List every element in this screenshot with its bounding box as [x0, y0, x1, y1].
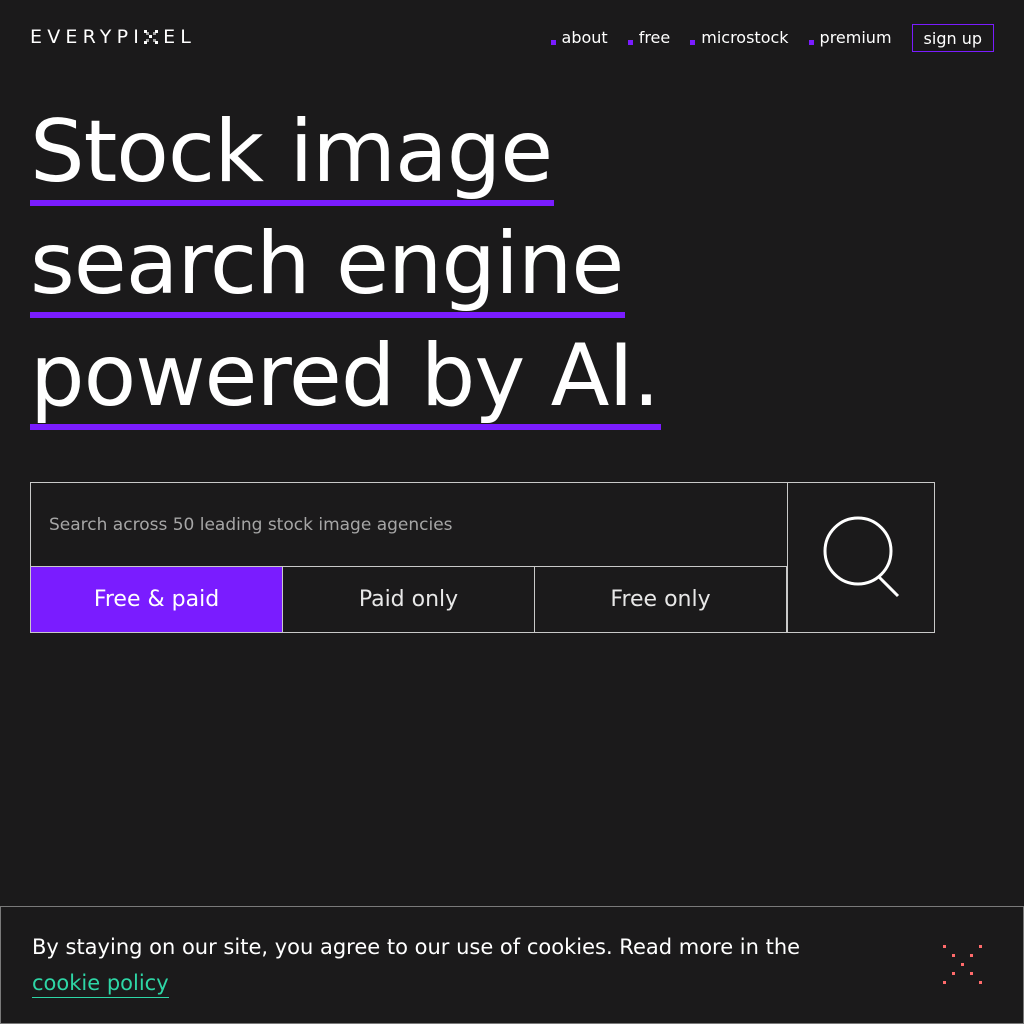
- close-icon: [943, 945, 982, 984]
- search-input[interactable]: [31, 483, 787, 567]
- nav-dot-icon: [550, 40, 556, 45]
- cookie-text: By staying on our site, you agree to our…: [32, 935, 801, 959]
- search-button[interactable]: [787, 483, 934, 632]
- cookie-policy-link[interactable]: cookie policy: [32, 969, 169, 998]
- headline-line-text: search engine: [30, 216, 626, 318]
- nav-label: free: [638, 28, 671, 47]
- nav-dot-icon: [690, 40, 696, 45]
- nav-free[interactable]: free: [627, 24, 671, 52]
- nav-label: microstock: [701, 28, 789, 47]
- headline-line: search engine: [30, 208, 661, 320]
- cookie-banner: By staying on our site, you agree to our…: [0, 906, 1024, 1024]
- filter-free-and-paid[interactable]: Free & paid: [31, 567, 283, 632]
- logo-pixel-icon: [144, 30, 159, 44]
- close-button[interactable]: [943, 945, 983, 985]
- cookie-message: By staying on our site, you agree to our…: [32, 929, 832, 1001]
- search-icon: [823, 516, 900, 597]
- filter-free-only[interactable]: Free only: [535, 567, 787, 632]
- nav-label: premium: [819, 28, 892, 47]
- headline-line: Stock image: [30, 96, 661, 208]
- nav-microstock[interactable]: microstock: [690, 24, 789, 52]
- headline-line: powered by AI.: [30, 320, 662, 432]
- search-box: Free & paid Paid only Free only: [30, 482, 935, 633]
- logo-text-right: EL: [163, 26, 197, 48]
- nav-dot-icon: [808, 40, 814, 45]
- page-title: Stock image search engine powered by AI.: [30, 96, 662, 432]
- signup-button[interactable]: sign up: [911, 24, 994, 52]
- headline-line-text: Stock image: [30, 104, 555, 206]
- nav-about[interactable]: about: [550, 24, 608, 52]
- nav-premium[interactable]: premium: [808, 24, 892, 52]
- logo[interactable]: EVERYPI EL: [30, 26, 196, 48]
- headline-line-text: powered by AI.: [30, 328, 662, 430]
- main-nav: about free microstock premium sign up: [531, 24, 994, 52]
- search-left: Free & paid Paid only Free only: [31, 483, 787, 632]
- logo-text-left: EVERYPI: [30, 26, 145, 48]
- filter-paid-only[interactable]: Paid only: [283, 567, 535, 632]
- nav-dot-icon: [627, 40, 633, 45]
- license-filter: Free & paid Paid only Free only: [31, 567, 787, 632]
- nav-label: about: [561, 28, 608, 47]
